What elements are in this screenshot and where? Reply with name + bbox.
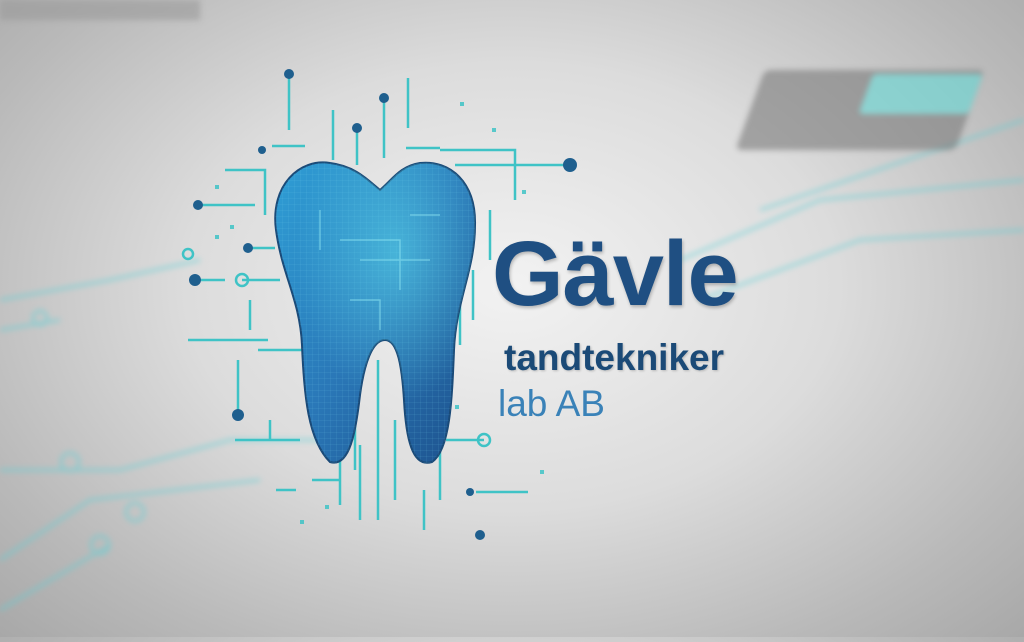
logo-scene: Gävle tandtekniker lab AB [0,0,1024,637]
brand-suffix: lab AB [498,383,605,424]
logo-wordmark: Gävle tandtekniker lab AB [492,228,912,424]
brand-subtitle: tandtekniker [504,337,725,378]
brand-name: Gävle [492,223,739,325]
tooth-circuit-icon [274,161,477,464]
